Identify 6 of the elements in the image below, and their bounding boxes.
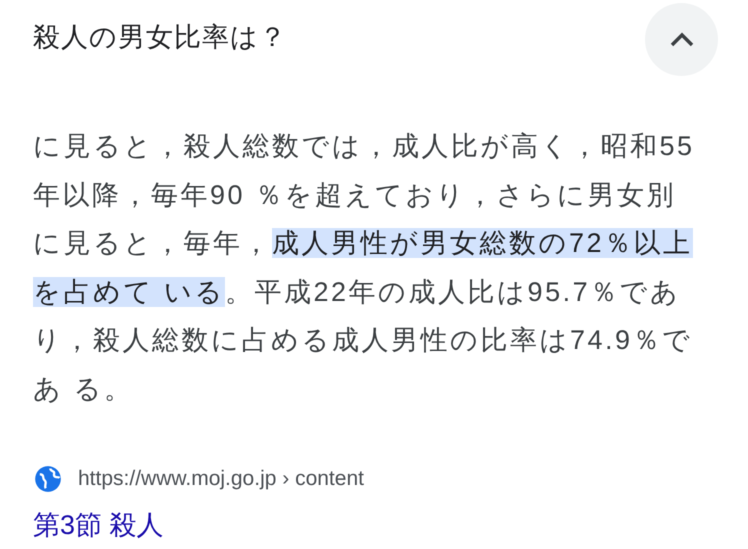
globe-icon [34, 464, 62, 493]
source-link[interactable]: 第3節 殺人 [33, 504, 748, 545]
snippet-paragraph: に見ると，殺人総数では，成人比が高く，昭和55年以降，毎年90 ％を超えており，さらに男女別に見ると，毎年，成人男性が男女総数の72％以上を占めて いる。平成22年の成人比は95.7％であり，殺人総数に占める成人男性の比率は74.9％であ る。 [33, 130, 696, 406]
chevron-up-icon [668, 32, 694, 48]
source-url: https://www.moj.go.jp › content [78, 466, 364, 492]
question-title: 殺人の男女比率は？ [33, 21, 287, 54]
